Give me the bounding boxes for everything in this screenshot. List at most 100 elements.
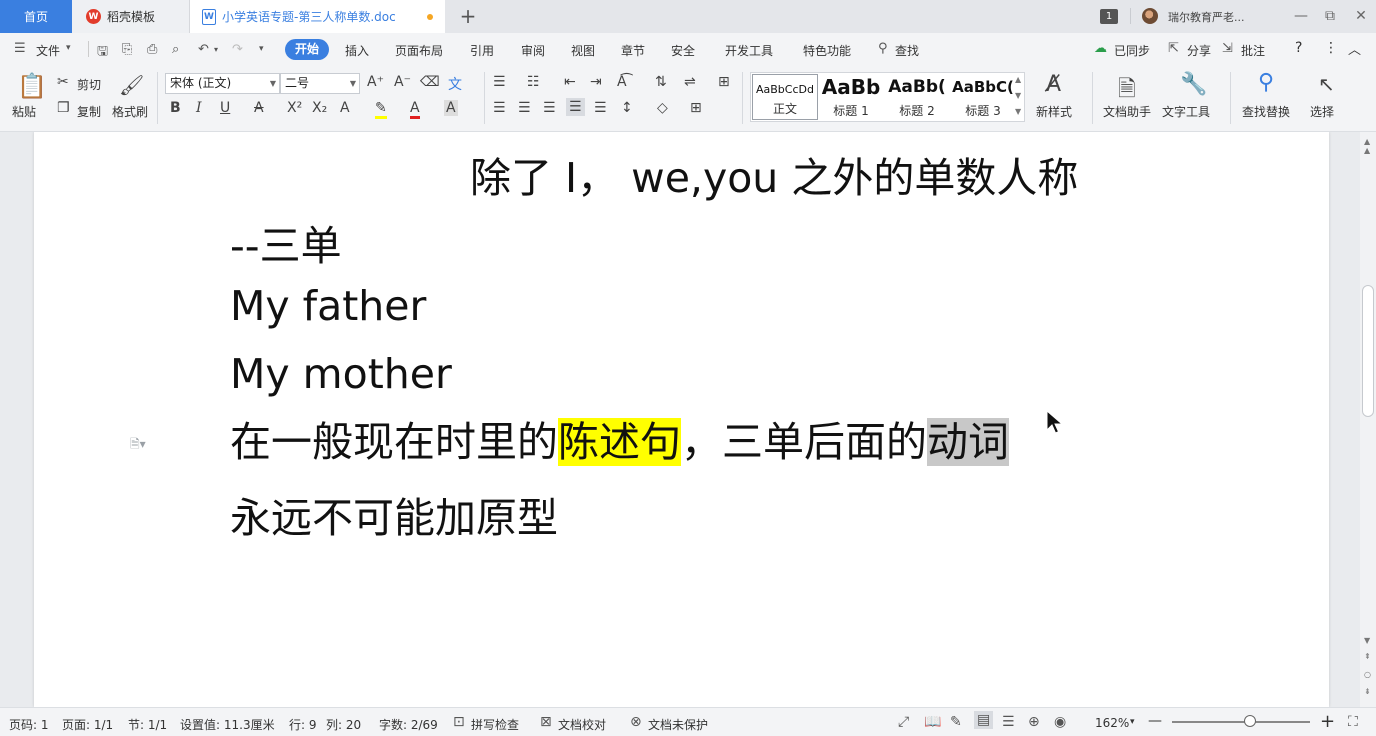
text-tools-button[interactable]: 文字工具 — [1162, 103, 1210, 120]
chevron-down-icon[interactable]: ▾ — [214, 45, 218, 54]
format-painter-button[interactable]: 格式刷 — [112, 103, 148, 120]
window-count-badge[interactable]: 1 — [1100, 9, 1118, 24]
font-size-select[interactable]: 二号 ▼ — [280, 73, 360, 94]
paste-icon[interactable]: 📋 — [17, 72, 47, 100]
scroll-up-icon[interactable]: ▲ — [1364, 137, 1370, 146]
strikethrough-icon[interactable]: A — [254, 100, 264, 116]
edit-mode-icon[interactable]: ✎ — [950, 714, 962, 730]
outline-view-icon[interactable]: ☰ — [1002, 714, 1015, 730]
doc-line-5[interactable]: 在一般现在时里的陈述句，三单后面的动词 — [230, 409, 1009, 475]
shrink-font-icon[interactable]: A⁻ — [394, 74, 411, 90]
avatar[interactable] — [1142, 8, 1158, 24]
menu-security[interactable]: 安全 — [671, 42, 695, 59]
reading-mode-icon[interactable]: 📖 — [924, 714, 941, 730]
prev-page-icon[interactable]: ⇞ — [1364, 652, 1371, 661]
scrollbar-thumb[interactable] — [1362, 285, 1374, 417]
highlight-color-icon[interactable]: ✎ — [375, 100, 387, 119]
doc-proof-button[interactable]: 文档校对 — [558, 716, 606, 733]
style-heading-1[interactable]: AaBb 标题 1 — [818, 73, 884, 121]
menu-insert[interactable]: 插入 — [345, 42, 369, 59]
menu-chapter[interactable]: 章节 — [621, 42, 645, 59]
protection-status[interactable]: 文档未保护 — [648, 716, 708, 733]
next-page-icon[interactable]: ⇟ — [1364, 687, 1371, 696]
tab-document[interactable]: W 小学英语专题-第三人称单数.doc — [190, 0, 445, 33]
search-icon[interactable]: ⚲ — [878, 41, 888, 56]
customize-toolbar-icon[interactable]: ▾ — [259, 44, 264, 54]
doc-proof-icon[interactable]: ⊠ — [540, 714, 552, 730]
save-icon[interactable]: 🖫 — [97, 42, 108, 64]
phonetic-guide-icon[interactable]: 文 — [448, 74, 462, 94]
line-spacing-icon[interactable]: ↕ — [621, 100, 633, 116]
vertical-scrollbar[interactable] — [1360, 132, 1376, 707]
document-page[interactable]: 除了 I， we,you 之外的单数人称 --三单 My father My m… — [34, 132, 1329, 707]
zoom-out-button[interactable]: — — [1148, 713, 1162, 729]
font-color-icon[interactable]: A — [410, 100, 420, 119]
zoom-slider-track[interactable] — [1172, 721, 1310, 723]
superscript-icon[interactable]: X² — [287, 100, 302, 116]
restore-button[interactable]: ⧉ — [1318, 5, 1342, 27]
select-cursor-icon[interactable]: ↖ — [1318, 72, 1335, 96]
style-normal[interactable]: AaBbCcDd 正文 — [752, 74, 818, 120]
section-indicator[interactable]: 节: 1/1 — [128, 716, 167, 733]
web-view-icon[interactable]: ⊕ — [1028, 714, 1040, 730]
copy-button[interactable]: 复制 — [77, 103, 101, 120]
print-preview-icon[interactable]: ⌕ — [172, 42, 179, 57]
new-tab-button[interactable]: + — [456, 4, 480, 28]
doc-line-4[interactable]: My mother — [230, 350, 452, 398]
spell-check-button[interactable]: 拼写检查 — [471, 716, 519, 733]
share-icon[interactable]: ⇱ — [1168, 41, 1179, 56]
protection-icon[interactable]: ⊗ — [630, 714, 642, 730]
cloud-sync-icon[interactable]: ☁ — [1094, 41, 1107, 56]
font-name-select[interactable]: 宋体 (正文) ▼ — [165, 73, 280, 94]
page-count[interactable]: 页面: 1/1 — [62, 716, 113, 733]
print-icon[interactable]: ⎙ — [147, 42, 157, 57]
help-icon[interactable]: ? — [1295, 40, 1302, 56]
increase-indent-icon[interactable]: ⇥ — [590, 74, 602, 90]
char-shading-icon[interactable]: A — [444, 100, 458, 116]
decrease-indent-icon[interactable]: ⇤ — [564, 74, 576, 90]
align-left-icon[interactable]: ☰ — [493, 100, 506, 116]
table-borders-icon[interactable]: ⊞ — [718, 74, 730, 90]
sort-icon[interactable]: ⇅ — [655, 74, 667, 90]
gallery-scroll-up-icon[interactable]: ▲ — [1015, 75, 1021, 84]
row-indicator[interactable]: 行: 9 — [289, 716, 317, 733]
fullscreen-icon[interactable]: ⤢ — [898, 714, 909, 730]
doc-assistant-button[interactable]: 文档助手 — [1103, 103, 1151, 120]
paste-button[interactable]: 粘贴 — [12, 103, 36, 120]
clear-format-icon[interactable]: ⌫ — [420, 74, 440, 90]
underline-icon[interactable]: U — [220, 100, 230, 116]
chevron-down-icon[interactable]: ▾ — [66, 43, 71, 53]
italic-icon[interactable]: I — [196, 100, 202, 116]
show-marks-icon[interactable]: ⇌ — [684, 74, 696, 90]
doc-line-1[interactable]: 除了 I， we,you 之外的单数人称 — [470, 144, 1078, 204]
tab-templates[interactable]: W 稻壳模板 — [72, 0, 190, 33]
find-replace-button[interactable]: 查找替换 — [1242, 103, 1290, 120]
position-indicator[interactable]: 设置值: 11.3厘米 — [180, 716, 275, 733]
paragraph-options-icon[interactable]: 🗎▾ — [130, 435, 146, 456]
grow-font-icon[interactable]: A⁺ — [367, 74, 384, 90]
chevron-down-icon[interactable]: ▾ — [1130, 717, 1135, 727]
undo-icon[interactable]: ↶ — [198, 42, 209, 57]
zoom-slider-thumb[interactable] — [1244, 715, 1256, 727]
menu-special-features[interactable]: 特色功能 — [803, 42, 851, 59]
export-pdf-icon[interactable]: ⎘ — [122, 42, 132, 57]
select-browse-object-icon[interactable]: ○ — [1364, 670, 1371, 679]
new-style-icon[interactable]: A̸ — [1046, 72, 1061, 97]
more-icon[interactable]: ⋮ — [1324, 40, 1338, 56]
menu-file[interactable]: 文件 — [36, 42, 60, 59]
shading-icon[interactable]: ◇ — [657, 100, 668, 116]
format-painter-icon[interactable]: 🖌 — [119, 73, 144, 97]
zoom-in-button[interactable]: + — [1320, 711, 1335, 732]
align-center-icon[interactable]: ☰ — [518, 100, 531, 116]
chinese-layout-icon[interactable]: A͡ — [617, 74, 627, 90]
redo-icon[interactable]: ↷ — [232, 42, 243, 57]
comment-button[interactable]: 批注 — [1241, 42, 1265, 59]
doc-line-2[interactable]: --三单 — [230, 212, 342, 272]
column-indicator[interactable]: 列: 20 — [326, 716, 361, 733]
document-area[interactable]: 除了 I， we,you 之外的单数人称 --三单 My father My m… — [0, 132, 1360, 707]
word-count[interactable]: 字数: 2/69 — [379, 716, 438, 733]
numbering-icon[interactable]: ☷ — [527, 74, 540, 90]
borders-icon[interactable]: ⊞ — [690, 100, 702, 116]
new-style-button[interactable]: 新样式 — [1036, 103, 1072, 120]
text-effect-icon[interactable]: A — [340, 100, 350, 116]
